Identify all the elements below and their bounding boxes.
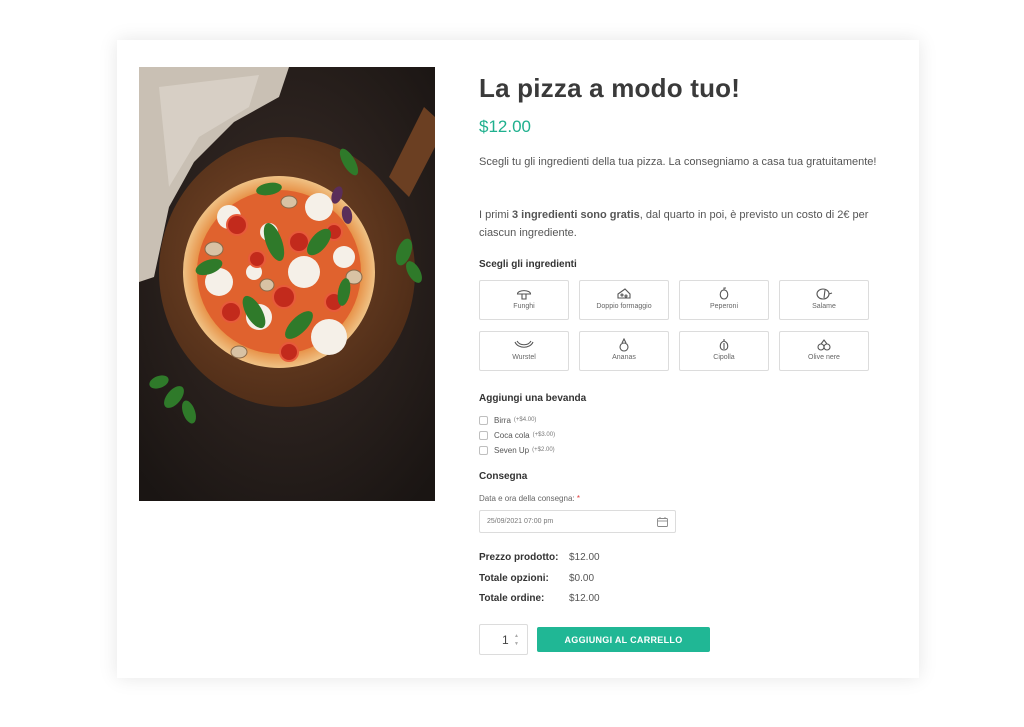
drink-option-coca-cola[interactable]: Coca cola (+$3.00) [479,428,555,442]
ingredient-ananas[interactable]: Ananas [579,331,669,371]
pizza-photo [139,67,435,501]
total-label: Totale opzioni: [479,573,549,584]
olives-icon [817,339,831,351]
quantity-value: 1 [502,633,509,647]
drink-checkbox[interactable] [479,415,488,425]
drink-checkbox[interactable] [479,445,488,455]
ingredient-salame[interactable]: Salame [779,280,869,320]
drink-option-seven-up[interactable]: Seven Up (+$2.00) [479,443,555,457]
drink-extra-price: (+$3.00) [532,432,556,438]
ingredient-label: Wurstel [512,354,536,361]
sausage-icon [514,340,534,348]
total-value: $12.00 [569,593,600,604]
drinks-heading: Aggiungi una bevanda [479,393,587,404]
ingredient-doppio-formaggio[interactable]: Doppio formaggio [579,280,669,320]
required-mark: * [576,494,580,503]
ingredient-label: Ananas [612,354,636,361]
note-prefix: I primi [479,209,512,221]
ingredient-label: Peperoni [709,303,739,310]
product-description: Scegli tu gli ingredienti della tua pizz… [479,156,877,168]
date-label-text: Data e ora della consegna: [479,494,575,503]
delivery-date-label: Data e ora della consegna: * [479,494,580,503]
ingredient-olive-nere[interactable]: Olive nere [779,331,869,371]
calendar-icon[interactable] [657,517,668,527]
mushroom-icon [516,290,532,300]
ingredients-pricing-note: I primi 3 ingredienti sono gratis, dal q… [479,206,879,242]
drink-extra-price: (+$2.00) [532,447,555,453]
date-value: 25/09/2021 07:00 pm [487,518,554,525]
total-value: $0.00 [569,573,595,584]
drink-label: Seven Up [494,445,530,455]
ingredient-cipolla[interactable]: Cipolla [679,331,769,371]
total-label: Totale ordine: [479,593,545,604]
drink-extra-price: (+$4.00) [513,417,537,423]
ingredient-label: Cipolla [713,354,735,361]
delivery-date-input[interactable]: 25/09/2021 07:00 pm [479,510,676,533]
salami-icon [816,288,833,300]
drink-checkbox[interactable] [479,430,488,440]
ingredient-peperoni[interactable]: Peperoni [679,280,769,320]
product-card: La pizza a modo tuo! $12.00 Scegli tu gl… [117,40,919,678]
ingredient-label: Olive nere [808,354,840,361]
drink-option-birra[interactable]: Birra (+$4.00) [479,413,536,427]
ingredients-heading: Scegli gli ingredienti [479,259,577,270]
ingredient-label: Doppio formaggio [596,303,652,310]
quantity-stepper[interactable]: 1 ▲ ▼ [479,624,528,655]
total-value: $12.00 [569,552,600,563]
drink-label: Coca cola [494,430,530,440]
pepper-icon [719,287,729,300]
product-title: La pizza a modo tuo! [479,73,741,103]
ingredient-wurstel[interactable]: Wurstel [479,331,569,371]
product-price: $12.00 [479,117,531,136]
ingredient-label: Salame [812,303,836,310]
stepper-arrows-icon[interactable]: ▲ ▼ [514,632,519,648]
pineapple-icon [619,338,629,352]
total-label: Prezzo prodotto: [479,552,559,563]
add-to-cart-button[interactable]: AGGIUNGI AL CARRELLO [537,627,710,652]
ingredient-funghi[interactable]: Funghi [479,280,569,320]
cheese-icon [617,288,631,299]
ingredient-label: Funghi [513,303,535,310]
delivery-heading: Consegna [479,471,528,482]
drink-label: Birra [494,415,511,425]
onion-icon [719,339,729,351]
note-bold: 3 ingredienti sono gratis [512,209,640,221]
